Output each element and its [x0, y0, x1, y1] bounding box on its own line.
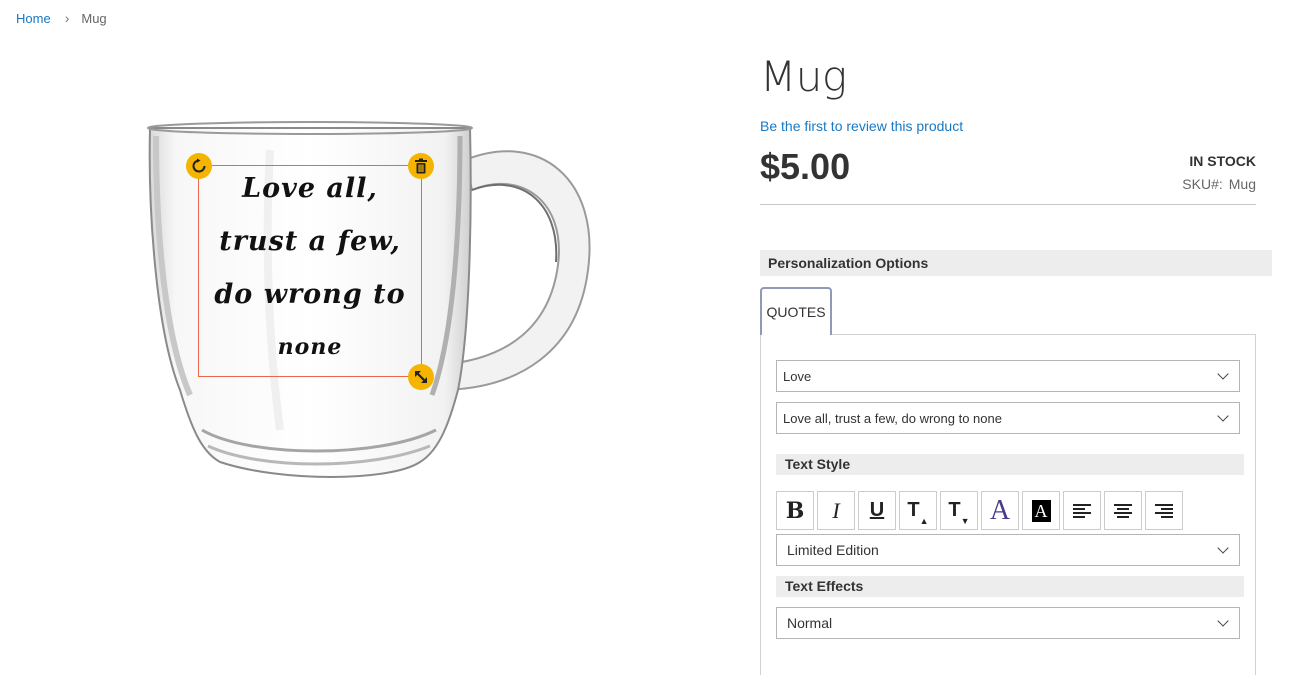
italic-icon: I — [832, 497, 840, 523]
chevron-down-icon — [1217, 410, 1229, 422]
select-value: Normal — [787, 615, 833, 631]
text-size-up-button[interactable]: T▲ — [899, 491, 937, 530]
text-size-up-glyph: T — [907, 498, 920, 521]
text-style-heading: Text Style — [776, 454, 1244, 475]
personalization-heading: Personalization Options — [760, 250, 1272, 276]
breadcrumb: Home › Mug — [16, 10, 107, 26]
italic-button[interactable]: I — [817, 491, 855, 530]
text-style-toolbar: B I U T▲ T▼ A A — [776, 491, 1186, 530]
quote-line: Love all, — [242, 173, 378, 204]
align-right-button[interactable] — [1145, 491, 1183, 530]
quote-text[interactable]: Love all, trust a few, do wrong to none — [199, 166, 421, 376]
bold-icon: B — [785, 497, 805, 524]
text-background-button[interactable]: A — [1022, 491, 1060, 530]
rotate-icon — [192, 158, 206, 173]
text-size-down-button[interactable]: T▼ — [940, 491, 978, 530]
divider — [760, 204, 1256, 205]
design-text-box[interactable]: Love all, trust a few, do wrong to none — [198, 165, 422, 377]
align-right-icon — [1155, 503, 1173, 518]
tab-quotes[interactable]: QUOTES — [760, 287, 832, 335]
chevron-down-icon — [1217, 542, 1229, 554]
resize-icon — [415, 371, 427, 383]
sku: SKU#: Mug — [1182, 176, 1256, 192]
quote-line: do wrong to — [214, 279, 406, 310]
quote-select[interactable]: Love all, trust a few, do wrong to none — [776, 402, 1240, 434]
quote-line: trust a few, — [219, 226, 401, 257]
quote-line: none — [277, 334, 343, 360]
align-left-button[interactable] — [1063, 491, 1101, 530]
delete-handle[interactable] — [408, 153, 434, 179]
quote-category-select[interactable]: Love — [776, 360, 1240, 392]
text-size-down-icon: T▼ — [948, 498, 970, 526]
select-value: Love — [783, 368, 812, 384]
text-color-icon: A — [989, 494, 1011, 526]
trash-icon — [415, 158, 427, 174]
text-effects-heading: Text Effects — [776, 576, 1244, 597]
underline-button[interactable]: U — [858, 491, 896, 530]
select-value: Limited Edition — [787, 542, 879, 558]
stock-status: IN STOCK — [1189, 153, 1256, 169]
text-effect-select[interactable]: Normal — [776, 607, 1240, 639]
align-left-icon — [1073, 503, 1091, 518]
text-size-down-glyph: T — [948, 498, 961, 521]
align-center-icon — [1114, 503, 1132, 518]
product-price: $5.00 — [760, 146, 851, 187]
resize-handle[interactable] — [408, 364, 434, 390]
align-center-button[interactable] — [1104, 491, 1142, 530]
text-size-up-icon: T▲ — [907, 498, 929, 526]
rotate-handle[interactable] — [186, 153, 212, 179]
page-title: Mug — [760, 52, 847, 101]
sku-value: Mug — [1228, 176, 1256, 192]
chevron-right-icon: › — [64, 10, 70, 26]
breadcrumb-current: Mug — [81, 10, 107, 26]
select-value: Love all, trust a few, do wrong to none — [783, 410, 1002, 426]
review-link[interactable]: Be the first to review this product — [760, 118, 963, 134]
font-select[interactable]: Limited Edition — [776, 534, 1240, 566]
sku-label: SKU#: — [1182, 176, 1223, 192]
chevron-down-icon — [1217, 368, 1229, 380]
breadcrumb-home-link[interactable]: Home — [16, 11, 51, 26]
bold-button[interactable]: B — [776, 491, 814, 530]
text-color-button[interactable]: A — [981, 491, 1019, 530]
text-background-icon: A — [1031, 499, 1051, 522]
underline-icon: U — [869, 499, 885, 521]
chevron-down-icon — [1217, 615, 1229, 627]
